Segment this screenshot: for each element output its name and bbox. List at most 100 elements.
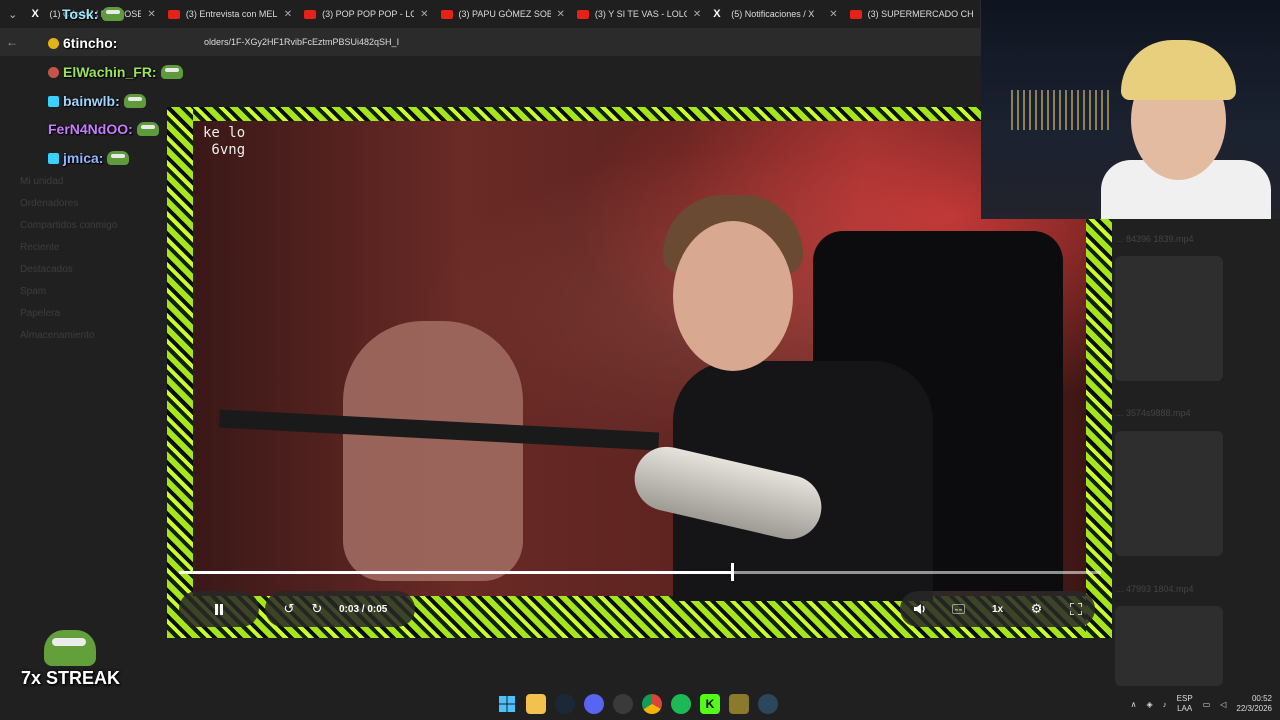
clock[interactable]: 00:52 22/3/2026: [1236, 694, 1272, 714]
youtube-icon: [167, 9, 180, 19]
back-arrow-icon[interactable]: ←: [0, 35, 24, 49]
browser-tab[interactable]: (3) PAPU GÓMEZ SOBRE✕: [435, 0, 571, 28]
system-tray: ∧ ◈ ♪ ESP LAA ▭ ◁ 00:52 22/3/2026: [1131, 688, 1272, 720]
steam-alt-icon[interactable]: [758, 694, 778, 714]
close-icon[interactable]: ✕: [147, 9, 155, 20]
seek-bar[interactable]: [179, 563, 1101, 581]
time-display: 0:03 / 0:05: [339, 603, 388, 615]
video-person: [343, 321, 523, 581]
drive-file-thumbnail[interactable]: [1115, 606, 1223, 686]
chat-message: 6tincho:: [48, 35, 117, 51]
browser-tab[interactable]: X (5) Notificaciones / X ✕: [707, 0, 843, 28]
chat-message: ElWachin_FR:: [48, 64, 183, 80]
steam-icon[interactable]: [555, 694, 575, 714]
pepe-emote-icon: [44, 630, 96, 666]
captions-icon[interactable]: [941, 591, 977, 627]
chrome-icon[interactable]: [642, 694, 662, 714]
seek-controls-pill: ↺ ↻ 0:03 / 0:05: [265, 591, 415, 627]
pepe-emote-icon: [102, 7, 125, 21]
drive-file-name: ... 84396 1839.mp4: [1116, 234, 1194, 244]
browser-tab[interactable]: (3) SUPERMERCADO CHIP: [844, 0, 980, 28]
subscriber-badge-icon: [48, 37, 59, 49]
x-logo-icon: X: [713, 7, 721, 20]
chat-message: Tosk:: [62, 6, 125, 22]
drive-sidebar-item[interactable]: Ordenadores: [20, 198, 160, 220]
chat-username: jmica:: [63, 150, 104, 166]
chevron-up-icon[interactable]: ∧: [1131, 700, 1137, 709]
close-icon[interactable]: ✕: [284, 9, 292, 20]
drive-sidebar-item[interactable]: Mi unidad: [20, 176, 160, 198]
chat-username: Tosk:: [62, 6, 99, 22]
browser-tab[interactable]: (3) POP POP POP - LOLO✕: [298, 0, 434, 28]
youtube-icon: [576, 9, 589, 19]
rewind-10-icon[interactable]: ↺: [275, 591, 303, 627]
game-icon[interactable]: [729, 694, 749, 714]
browser-tab[interactable]: (3) Entrevista con MEL CE✕: [162, 0, 298, 28]
drive-sidebar-item[interactable]: Reciente: [20, 242, 160, 264]
close-icon[interactable]: ✕: [420, 9, 428, 20]
language-indicator[interactable]: ESP LAA: [1177, 694, 1193, 714]
webcam-overlay: [981, 0, 1280, 219]
playback-speed-button[interactable]: 1x: [980, 591, 1016, 627]
x-logo-icon: X: [31, 7, 39, 20]
drive-sidebar-item[interactable]: Destacados: [20, 264, 160, 286]
chat-message: jmica:: [48, 150, 130, 166]
drive-sidebar-item[interactable]: Compartidos conmigo: [20, 220, 160, 242]
drive-file-thumbnail[interactable]: [1115, 431, 1223, 556]
pause-icon[interactable]: [201, 591, 237, 627]
discord-icon[interactable]: [584, 694, 604, 714]
screen: { "browser": { "tabs": [ {"title": "(1) …: [0, 0, 1280, 720]
video-player[interactable]: ke lo 6vng ↺ ↻ 0:03 / 0:05 1x ⚙: [167, 107, 1112, 638]
chat-message: bainwlb:: [48, 93, 146, 109]
fullscreen-icon[interactable]: [1058, 591, 1094, 627]
video-person-face: [673, 221, 793, 371]
pepe-emote-icon: [160, 65, 183, 79]
chat-username: ElWachin_FR:: [63, 64, 157, 80]
obs-icon[interactable]: [613, 694, 633, 714]
drive-sidebar-item[interactable]: Papelera: [20, 308, 160, 330]
windows-start-icon[interactable]: [497, 694, 517, 714]
gear-icon[interactable]: ⚙: [1019, 591, 1055, 627]
volume-icon[interactable]: [902, 591, 938, 627]
video-frame[interactable]: [193, 121, 1086, 601]
spotify-icon[interactable]: [671, 694, 691, 714]
pepe-emote-icon: [136, 122, 159, 136]
taskbar: K ∧ ◈ ♪ ESP LAA ▭ ◁ 00:52 22/3/2026: [0, 688, 1280, 720]
close-icon[interactable]: ✕: [693, 9, 701, 20]
frame-border: [167, 107, 193, 638]
youtube-icon: [440, 9, 453, 19]
city-lights: [1011, 90, 1111, 130]
pepe-emote-icon: [107, 151, 130, 165]
verified-badge-icon: [48, 152, 59, 164]
pepe-emote-icon: [123, 94, 146, 108]
close-icon[interactable]: ✕: [557, 9, 565, 20]
youtube-icon: [304, 9, 317, 19]
browser-tab-strip: ⌄ X(1) Cris MJ | Nad JOSEO BI✕ (3) Entre…: [0, 0, 980, 28]
drive-file-name: ... 3574s9888.mp4: [1116, 408, 1191, 418]
microphone-icon[interactable]: ♪: [1163, 700, 1167, 709]
close-icon[interactable]: ✕: [829, 9, 837, 20]
channel-logo: ke lo 6vng: [203, 125, 246, 158]
speaker-icon[interactable]: ◁: [1220, 700, 1226, 709]
forward-10-icon[interactable]: ↻: [303, 591, 331, 627]
youtube-icon: [849, 9, 862, 19]
seek-progress: [179, 571, 733, 574]
chat-username: 6tincho:: [63, 35, 118, 51]
browser-tab[interactable]: (3) Y SI TE VAS - LOLO - E✕: [571, 0, 707, 28]
taskbar-apps: K: [497, 688, 778, 720]
frame-border: [167, 107, 1112, 121]
security-icon[interactable]: ◈: [1147, 700, 1153, 709]
verified-badge-icon: [48, 95, 59, 107]
drive-sidebar-item[interactable]: Almacenamiento: [20, 330, 160, 352]
drive-file-thumbnail[interactable]: [1115, 256, 1223, 381]
user-badge-icon: [48, 66, 59, 78]
seek-thumb[interactable]: [731, 563, 735, 581]
url-field[interactable]: olders/1F-XGy2HF1RvibFcEztmPBSUi482qSH_I: [204, 37, 399, 47]
settings-controls-pill: 1x ⚙: [900, 591, 1095, 627]
file-explorer-icon[interactable]: [526, 694, 546, 714]
kick-icon[interactable]: K: [700, 694, 720, 714]
tab-search-icon[interactable]: ⌄: [0, 0, 25, 28]
play-pause-pill: [179, 591, 259, 627]
network-icon[interactable]: ▭: [1203, 700, 1211, 709]
drive-sidebar-item[interactable]: Spam: [20, 286, 160, 308]
